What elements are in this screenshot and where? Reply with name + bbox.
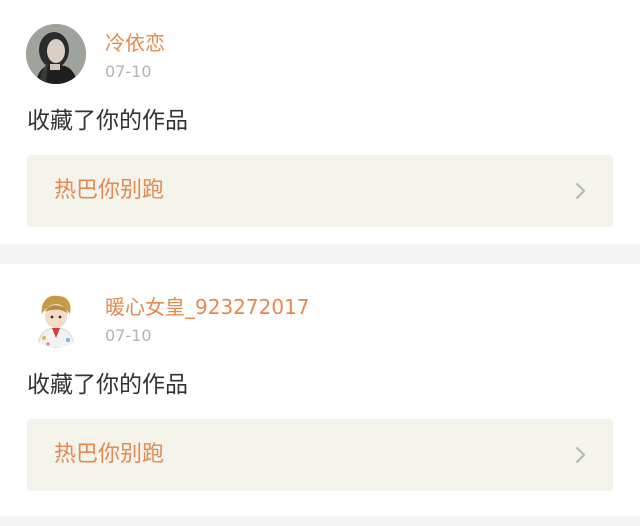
action-text: 收藏了你的作品 xyxy=(27,372,188,398)
timestamp: 07-10 xyxy=(105,62,152,81)
username[interactable]: 冷依恋 xyxy=(105,31,165,55)
action-text: 收藏了你的作品 xyxy=(27,108,188,134)
avatar-anime-boy-icon xyxy=(26,288,86,348)
work-link[interactable]: 热巴你别跑 xyxy=(27,419,613,491)
chevron-right-icon xyxy=(575,446,586,464)
user-avatar[interactable] xyxy=(26,288,86,348)
work-title: 热巴你别跑 xyxy=(54,442,165,467)
notification-item: 暖心女皇_923272017 07-10 收藏了你的作品 热巴你别跑 xyxy=(0,264,640,516)
chevron-right-icon xyxy=(575,182,586,200)
divider xyxy=(0,244,640,264)
timestamp: 07-10 xyxy=(105,326,152,345)
username[interactable]: 暖心女皇_923272017 xyxy=(105,295,310,319)
work-link[interactable]: 热巴你别跑 xyxy=(27,155,613,227)
notification-item: 冷依恋 07-10 收藏了你的作品 热巴你别跑 xyxy=(0,0,640,244)
user-avatar[interactable] xyxy=(26,24,86,84)
avatar-girl-dark-hair-icon xyxy=(26,24,86,84)
work-title: 热巴你别跑 xyxy=(54,178,165,203)
divider xyxy=(0,516,640,526)
